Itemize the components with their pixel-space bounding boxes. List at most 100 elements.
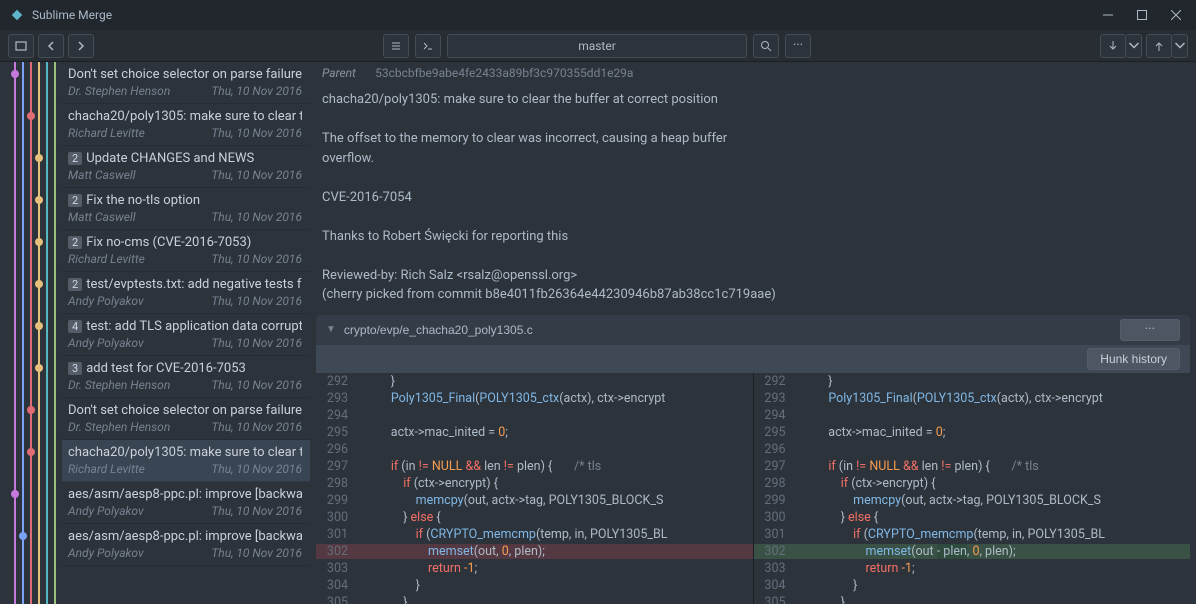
commit-subject-text: add test for CVE-2016-7053 [86, 361, 246, 376]
locations-button[interactable] [8, 34, 34, 58]
diff-line: 294 [316, 407, 753, 424]
diff-line: 304 } [316, 577, 753, 594]
line-number: 302 [316, 544, 358, 559]
diff-line: 299 memcpy(out, actx->tag, POLY1305_BLOC… [754, 492, 1191, 509]
commit-author: Andy Polyakov [68, 336, 144, 350]
commit-date: Thu, 10 Nov 2016 [211, 378, 302, 392]
line-number: 298 [754, 476, 796, 491]
commit-date: Thu, 10 Nov 2016 [211, 84, 302, 98]
graph-node-icon [11, 490, 19, 498]
commit-item[interactable]: 3add test for CVE-2016-7053Dr. Stephen H… [62, 356, 310, 398]
line-code: } [358, 578, 753, 593]
commit-subject-text: test/evptests.txt: add negative tests fo… [86, 277, 302, 292]
diff-view: 292 }293 Poly1305_Final(POLY1305_ctx(act… [316, 373, 1190, 604]
commit-badge: 2 [68, 278, 82, 291]
commit-item[interactable]: aes/asm/aesp8-ppc.pl: improve [backward]… [62, 482, 310, 524]
parent-hash[interactable]: 53cbcbfbe9abe4fe2433a89bf3c970355dd1e29a [375, 66, 633, 80]
line-number: 304 [754, 578, 796, 593]
commit-subject-text: Update CHANGES and NEWS [86, 151, 254, 166]
commit-item[interactable]: chacha20/poly1305: make sure to clear th… [62, 104, 310, 146]
commit-item[interactable]: chacha20/poly1305: make sure to clear th… [62, 440, 310, 482]
parent-label: Parent [322, 66, 356, 80]
commit-item[interactable]: 2 test/evptests.txt: add negative tests f… [62, 272, 310, 314]
graph-node-icon [35, 154, 43, 162]
commit-author: Matt Caswell [68, 168, 136, 182]
pull-dropdown-icon[interactable] [1126, 34, 1142, 58]
line-code: memcpy(out, actx->tag, POLY1305_BLOCK_S [358, 493, 753, 508]
terminal-button[interactable] [415, 34, 441, 58]
graph-node-icon [35, 322, 43, 330]
push-button[interactable] [1146, 34, 1172, 58]
toolbar: master ··· [0, 30, 1196, 62]
commit-subject-text: aes/asm/aesp8-ppc.pl: improve [backward] [68, 529, 302, 544]
commit-subject-text: chacha20/poly1305: make sure to clear th… [68, 445, 302, 460]
nav-forward-button[interactable] [68, 34, 94, 58]
commit-item[interactable]: Don't set choice selector on parse failu… [62, 62, 310, 104]
commit-author: Andy Polyakov [68, 504, 144, 518]
diff-line: 304 } [754, 577, 1191, 594]
commit-item[interactable]: 4test: add TLS application data corrupti… [62, 314, 310, 356]
file-collapse-icon[interactable]: ▼ [326, 324, 336, 335]
commit-author: Dr. Stephen Henson [68, 84, 170, 98]
commit-badge: 2 [68, 194, 82, 207]
diff-pane-new: 292 }293 Poly1305_Final(POLY1305_ctx(act… [753, 373, 1191, 604]
more-button[interactable]: ··· [785, 34, 811, 58]
line-number: 294 [754, 408, 796, 423]
line-code: if (ctx->encrypt) { [358, 476, 753, 491]
line-code: if (CRYPTO_memcmp(temp, in, POLY1305_BL [796, 527, 1191, 542]
search-button[interactable] [753, 34, 779, 58]
window-close-icon[interactable] [1170, 10, 1182, 20]
line-number: 298 [316, 476, 358, 491]
line-code: } [358, 595, 753, 604]
line-number: 296 [754, 442, 796, 457]
commit-item[interactable]: 2Fix the no-tls optionMatt CaswellThu, 1… [62, 188, 310, 230]
commit-item[interactable]: aes/asm/aesp8-ppc.pl: improve [backward]… [62, 524, 310, 566]
commit-subject-text: Don't set choice selector on parse failu… [68, 403, 302, 418]
line-code: } else { [358, 510, 753, 525]
pull-button[interactable] [1100, 34, 1126, 58]
diff-line: 293 Poly1305_Final(POLY1305_ctx(actx), c… [754, 390, 1191, 407]
commit-item[interactable]: 2Update CHANGES and NEWSMatt CaswellThu,… [62, 146, 310, 188]
diff-line: 305 } [754, 594, 1191, 604]
menu-button[interactable] [383, 34, 409, 58]
nav-back-button[interactable] [38, 34, 64, 58]
line-number: 301 [316, 527, 358, 542]
line-code: memcpy(out, actx->tag, POLY1305_BLOCK_S [796, 493, 1191, 508]
diff-line: 296 [754, 441, 1191, 458]
commit-date: Thu, 10 Nov 2016 [211, 252, 302, 266]
graph-node-icon [19, 532, 27, 540]
graph-node-icon [27, 112, 35, 120]
commit-badge: 2 [68, 236, 82, 249]
file-header[interactable]: ▼ crypto/evp/e_chacha20_poly1305.c ··· [316, 315, 1190, 345]
hunk-toolbar: Hunk history [316, 345, 1190, 373]
commit-date: Thu, 10 Nov 2016 [211, 462, 302, 476]
window-minimize-icon[interactable] [1102, 10, 1114, 20]
commit-author: Richard Levitte [68, 126, 145, 140]
commit-date: Thu, 10 Nov 2016 [211, 294, 302, 308]
commit-subject-text: chacha20/poly1305: make sure to clear th… [68, 109, 302, 124]
window-maximize-icon[interactable] [1136, 10, 1148, 20]
line-number: 299 [754, 493, 796, 508]
commit-date: Thu, 10 Nov 2016 [211, 504, 302, 518]
line-code: Poly1305_Final(POLY1305_ctx(actx), ctx->… [358, 391, 753, 406]
commit-item[interactable]: 2Fix no-cms (CVE-2016-7053)Richard Levit… [62, 230, 310, 272]
commit-author: Richard Levitte [68, 252, 145, 266]
line-number: 293 [754, 391, 796, 406]
commit-item[interactable]: Don't set choice selector on parse failu… [62, 398, 310, 440]
commit-author: Dr. Stephen Henson [68, 420, 170, 434]
line-number: 293 [316, 391, 358, 406]
branch-selector[interactable]: master [447, 34, 747, 58]
diff-line: 298 if (ctx->encrypt) { [754, 475, 1191, 492]
line-code: memset(out - plen, 0, plen); [796, 544, 1191, 559]
app-title: Sublime Merge [32, 8, 1102, 22]
hunk-history-button[interactable]: Hunk history [1087, 348, 1180, 370]
file-menu-button[interactable]: ··· [1120, 319, 1180, 341]
graph-node-icon [11, 70, 19, 78]
commit-parent-row: Parent 53cbcbfbe9abe4fe2433a89bf3c970355… [310, 62, 1196, 84]
graph-node-icon [35, 280, 43, 288]
diff-line: 302 memset(out, 0, plen); [316, 543, 753, 560]
push-dropdown-icon[interactable] [1172, 34, 1188, 58]
line-code: } [796, 374, 1191, 389]
commit-date: Thu, 10 Nov 2016 [211, 420, 302, 434]
diff-line: 298 if (ctx->encrypt) { [316, 475, 753, 492]
